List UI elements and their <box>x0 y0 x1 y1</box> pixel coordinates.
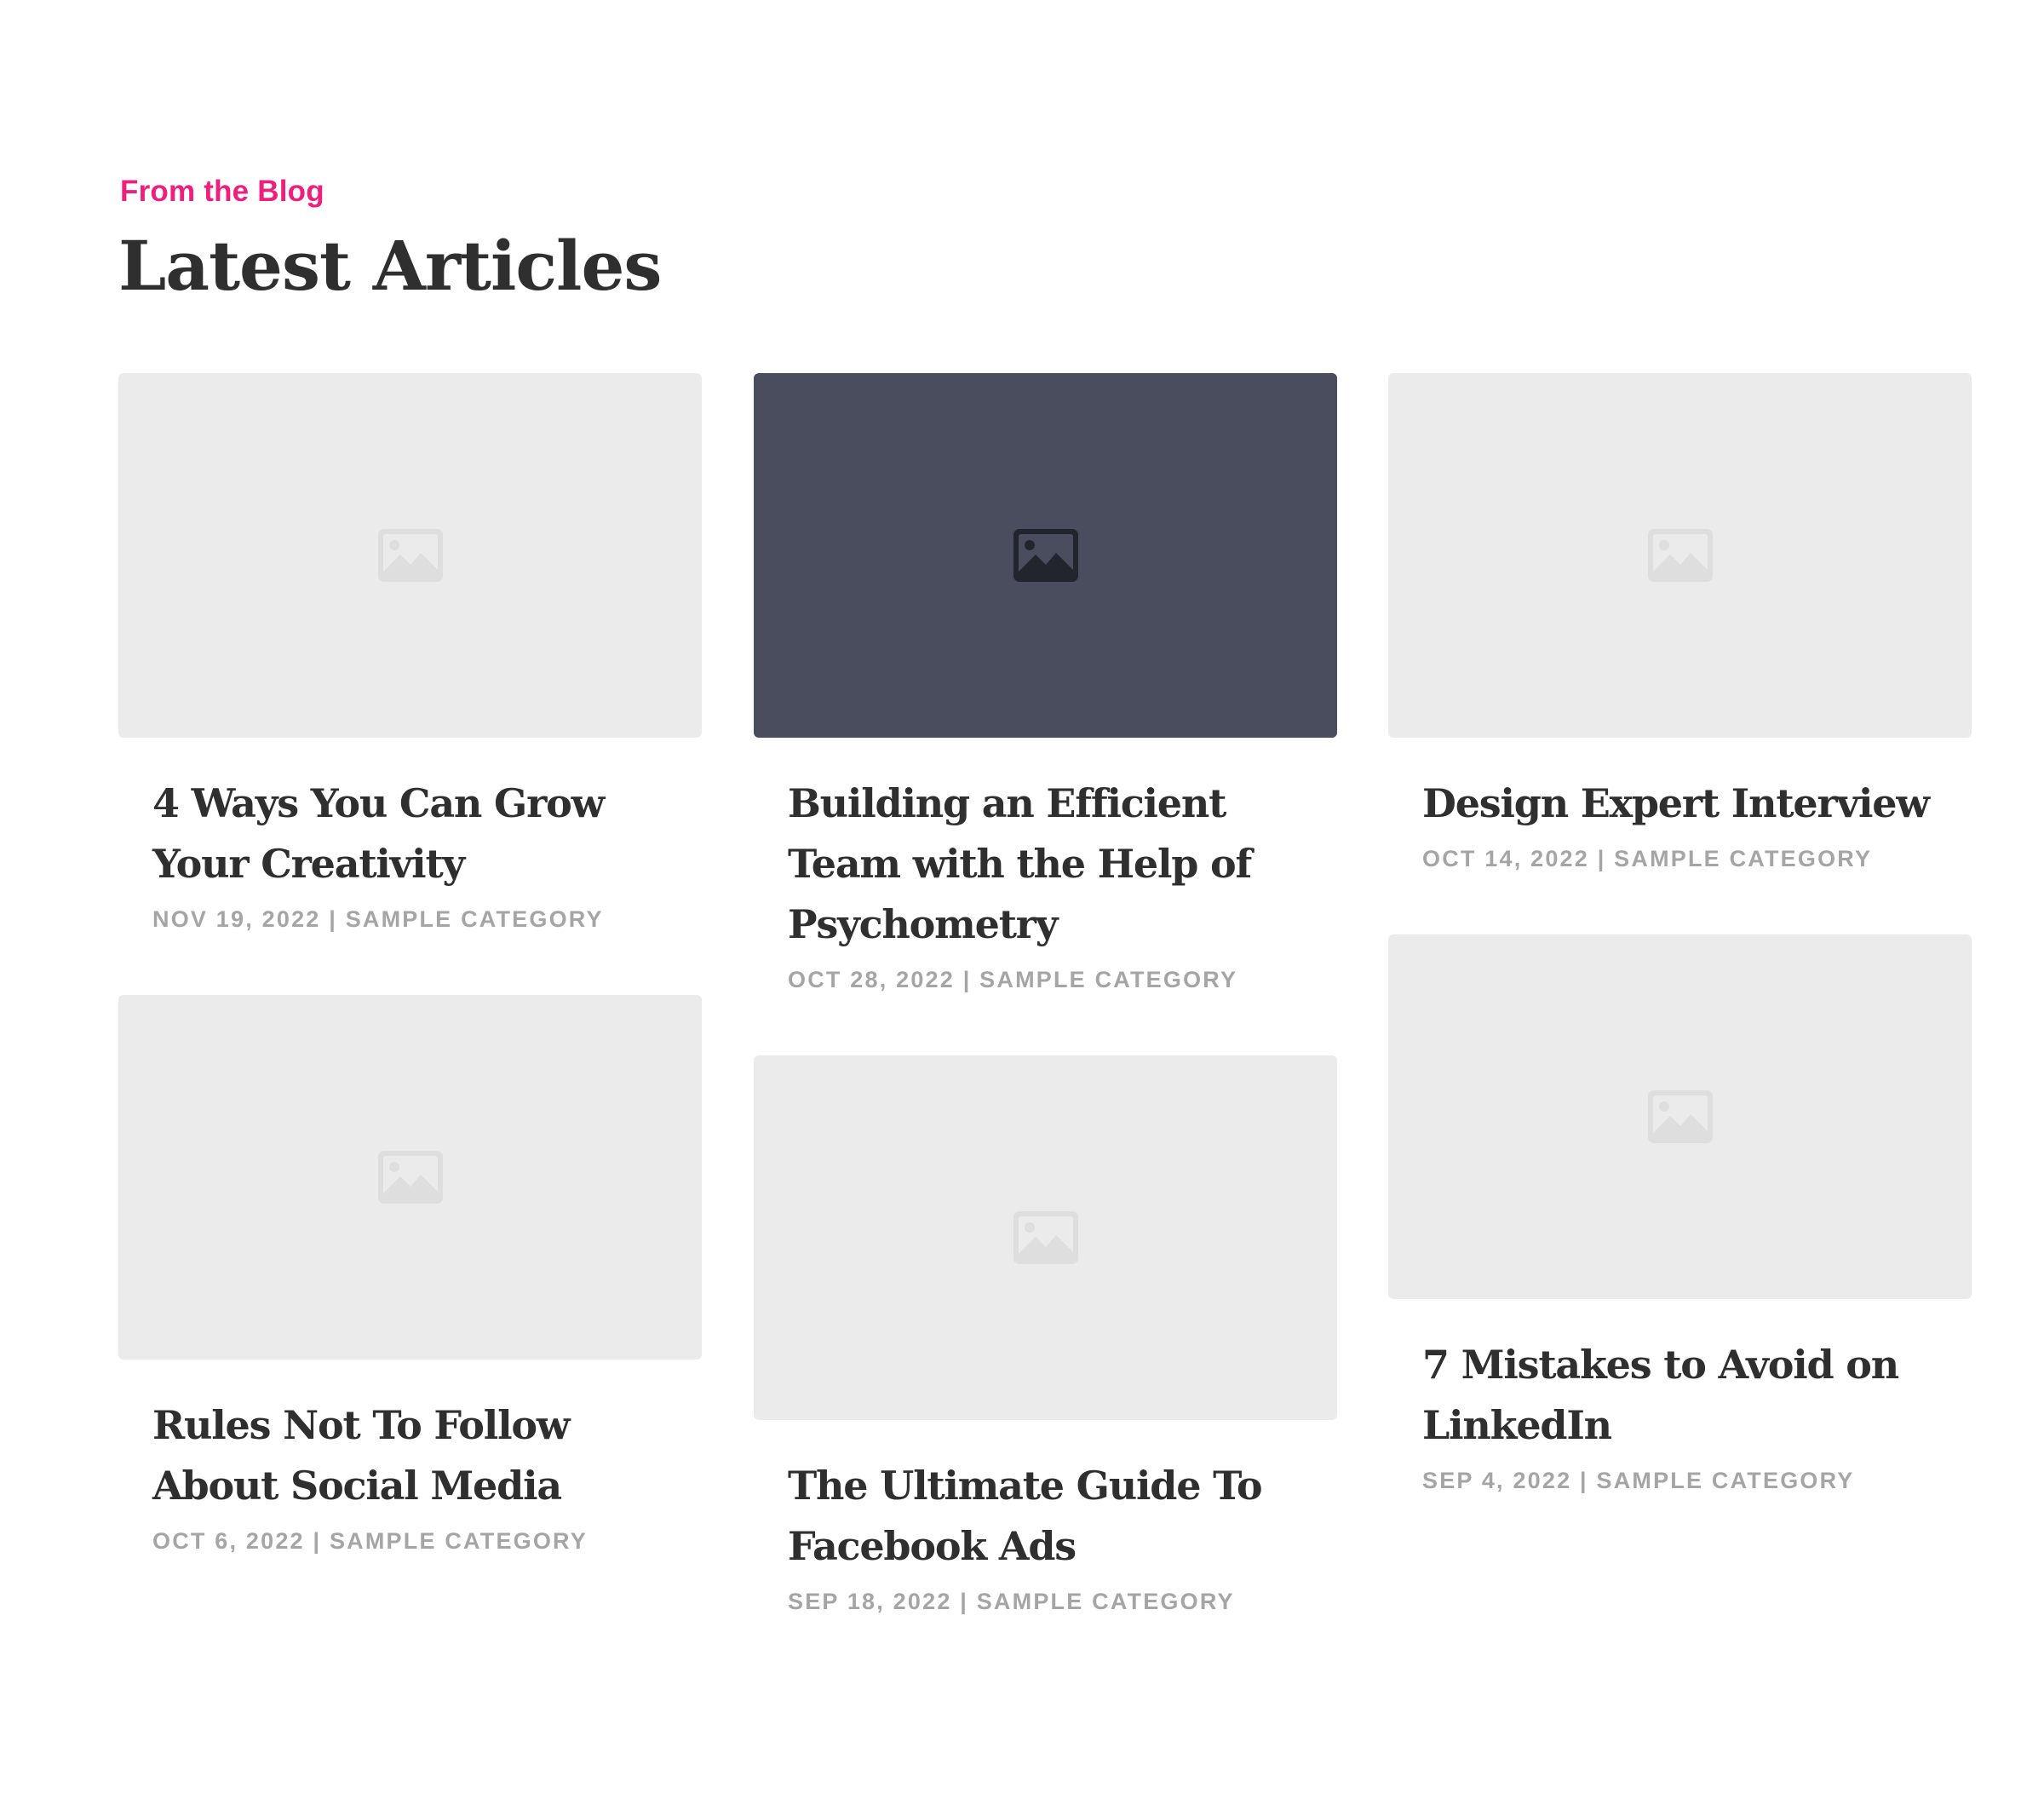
article-category[interactable]: SAMPLE CATEGORY <box>346 906 604 932</box>
article-card[interactable]: Building an Efficient Team with the Help… <box>754 373 1337 996</box>
article-date: SEP 4, 2022 <box>1422 1468 1572 1493</box>
article-title[interactable]: 4 Ways You Can Grow Your Creativity <box>152 773 668 894</box>
article-date: OCT 28, 2022 <box>788 967 955 992</box>
article-card[interactable]: 7 Mistakes to Avoid on LinkedIn SEP 4, 2… <box>1388 934 1972 1497</box>
article-card[interactable]: Rules Not To Follow About Social Media O… <box>118 995 702 1557</box>
article-card[interactable]: The Ultimate Guide To Facebook Ads SEP 1… <box>754 1055 1337 1618</box>
image-placeholder-icon <box>1013 1211 1078 1264</box>
article-category[interactable]: SAMPLE CATEGORY <box>1597 1468 1855 1493</box>
article-thumbnail[interactable] <box>1388 373 1972 738</box>
article-meta: OCT 6, 2022 | SAMPLE CATEGORY <box>152 1525 668 1557</box>
article-thumbnail[interactable] <box>118 995 702 1360</box>
article-column-1: 4 Ways You Can Grow Your Creativity NOV … <box>118 373 702 1557</box>
image-placeholder-icon <box>1647 529 1713 582</box>
section-eyebrow: From the Blog <box>120 175 324 208</box>
article-thumbnail[interactable] <box>118 373 702 738</box>
article-thumbnail[interactable] <box>754 1055 1337 1420</box>
image-placeholder-icon <box>377 1151 443 1204</box>
article-title[interactable]: Design Expert Interview <box>1422 773 1938 834</box>
image-placeholder-icon <box>1647 1090 1713 1143</box>
meta-separator: | <box>955 967 980 992</box>
image-placeholder-icon <box>1013 529 1078 582</box>
article-category[interactable]: SAMPLE CATEGORY <box>330 1528 588 1554</box>
article-category[interactable]: SAMPLE CATEGORY <box>1614 846 1872 871</box>
article-category[interactable]: SAMPLE CATEGORY <box>979 967 1237 992</box>
meta-separator: | <box>951 1589 977 1614</box>
article-date: OCT 6, 2022 <box>152 1528 305 1554</box>
article-category[interactable]: SAMPLE CATEGORY <box>977 1589 1235 1614</box>
article-column-3: Design Expert Interview OCT 14, 2022 | S… <box>1388 373 1972 1497</box>
section-heading: Latest Articles <box>118 226 662 306</box>
article-title[interactable]: Building an Efficient Team with the Help… <box>788 773 1303 955</box>
article-title[interactable]: Rules Not To Follow About Social Media <box>152 1395 668 1516</box>
article-date: OCT 14, 2022 <box>1422 846 1589 871</box>
article-meta: OCT 14, 2022 | SAMPLE CATEGORY <box>1422 842 1938 875</box>
article-meta: SEP 4, 2022 | SAMPLE CATEGORY <box>1422 1464 1938 1497</box>
article-meta: NOV 19, 2022 | SAMPLE CATEGORY <box>152 903 668 935</box>
image-placeholder-icon <box>377 529 443 582</box>
article-date: NOV 19, 2022 <box>152 906 321 932</box>
article-title[interactable]: The Ultimate Guide To Facebook Ads <box>788 1456 1303 1577</box>
article-meta: OCT 28, 2022 | SAMPLE CATEGORY <box>788 963 1303 996</box>
meta-separator: | <box>1589 846 1615 871</box>
article-title[interactable]: 7 Mistakes to Avoid on LinkedIn <box>1422 1335 1938 1456</box>
meta-separator: | <box>304 1528 330 1554</box>
blog-section: From the Blog Latest Articles 4 Ways You… <box>0 0 2044 1811</box>
article-column-2: Building an Efficient Team with the Help… <box>754 373 1337 1618</box>
article-date: SEP 18, 2022 <box>788 1589 952 1614</box>
article-card[interactable]: 4 Ways You Can Grow Your Creativity NOV … <box>118 373 702 935</box>
article-thumbnail[interactable] <box>754 373 1337 738</box>
article-thumbnail[interactable] <box>1388 934 1972 1299</box>
article-card[interactable]: Design Expert Interview OCT 14, 2022 | S… <box>1388 373 1972 875</box>
meta-separator: | <box>1571 1468 1597 1493</box>
article-meta: SEP 18, 2022 | SAMPLE CATEGORY <box>788 1585 1303 1618</box>
meta-separator: | <box>320 906 346 932</box>
